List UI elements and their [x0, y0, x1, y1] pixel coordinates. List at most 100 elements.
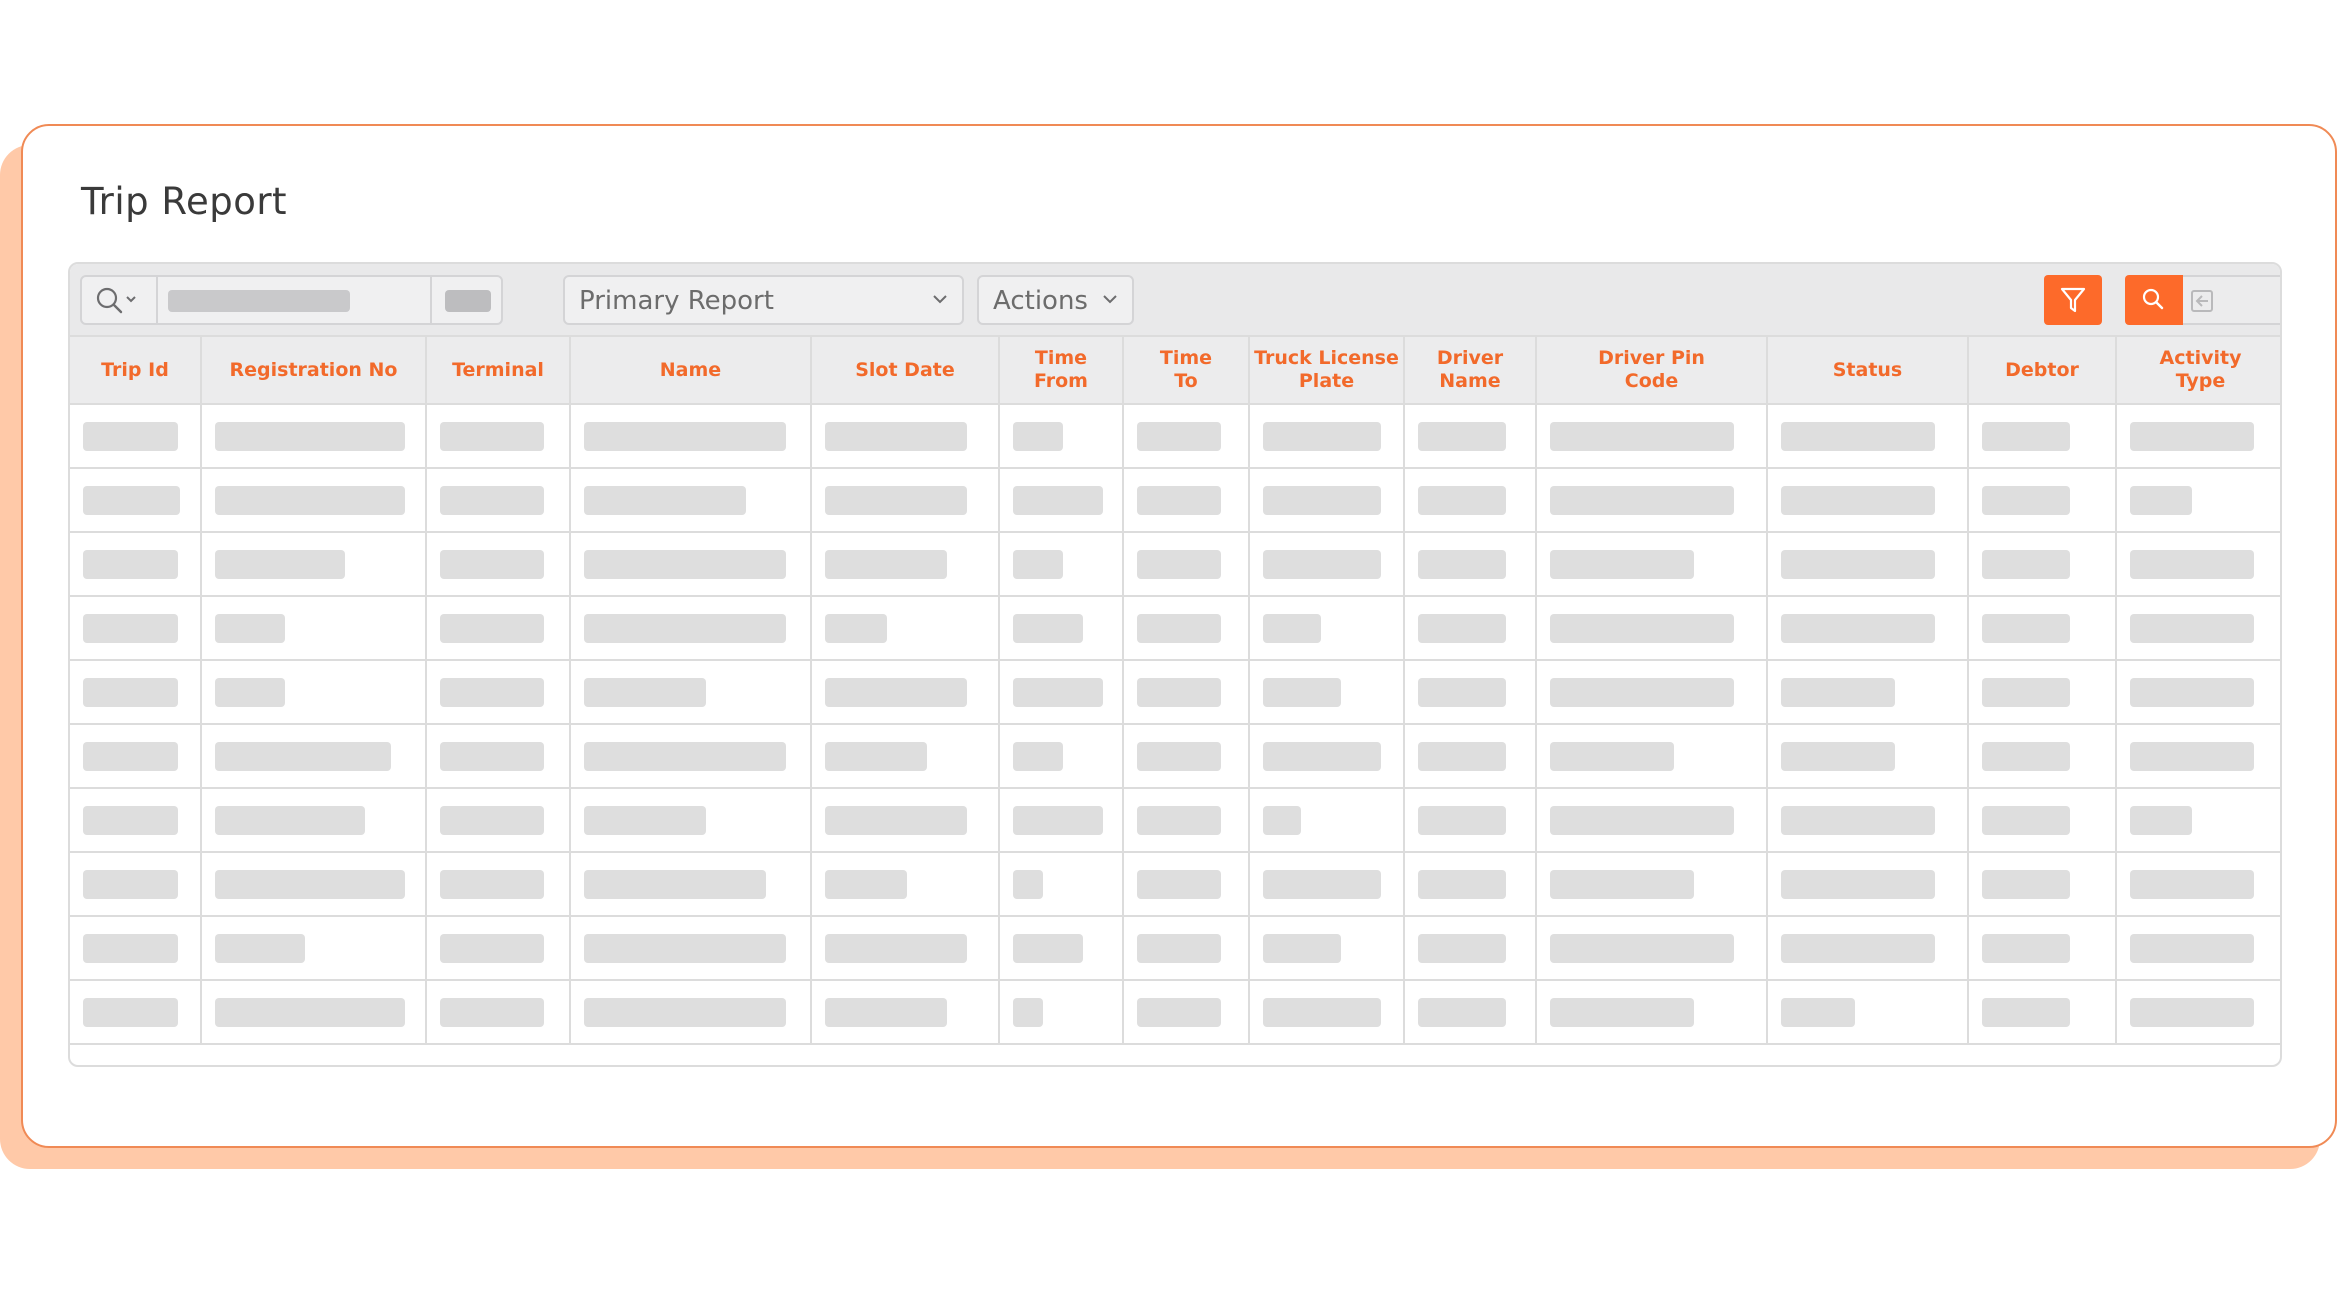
- table-row[interactable]: [70, 404, 2280, 469]
- cell-placeholder: [1781, 933, 1935, 963]
- cell-placeholder: [1418, 613, 1506, 643]
- table-cell: [811, 468, 1000, 533]
- cell-placeholder: [440, 485, 544, 515]
- cell-placeholder: [1137, 421, 1221, 451]
- cell-placeholder: [584, 997, 786, 1027]
- cell-placeholder: [1263, 869, 1381, 899]
- column-header-time-from[interactable]: Time From: [999, 337, 1124, 405]
- table-cell: [1249, 532, 1405, 597]
- table-cell: [1536, 532, 1768, 597]
- cell-placeholder: [1137, 613, 1221, 643]
- export-button[interactable]: [2183, 275, 2280, 325]
- search-group: [80, 275, 503, 325]
- table-cell: [999, 916, 1124, 981]
- search-icon: [96, 287, 136, 314]
- table-cell: [1536, 916, 1768, 981]
- cell-placeholder: [2130, 741, 2254, 771]
- column-header-debtor[interactable]: Debtor: [1968, 337, 2117, 405]
- cell-placeholder: [1781, 549, 1935, 579]
- cell-placeholder: [1781, 421, 1935, 451]
- cell-placeholder: [440, 549, 544, 579]
- table-cell: [201, 660, 427, 725]
- table-cell: [1536, 788, 1768, 853]
- column-header-time-to[interactable]: Time To: [1123, 337, 1250, 405]
- cell-placeholder: [1982, 485, 2070, 515]
- table-cell: [1968, 468, 2117, 533]
- column-header-name[interactable]: Name: [570, 337, 812, 405]
- table-row[interactable]: [70, 724, 2280, 789]
- column-header-terminal[interactable]: Terminal: [426, 337, 571, 405]
- cell-placeholder: [1263, 677, 1341, 707]
- cell-placeholder: [1550, 549, 1694, 579]
- search-input[interactable]: [158, 277, 432, 323]
- search-button[interactable]: [2125, 275, 2183, 325]
- table-cell: [1123, 916, 1250, 981]
- cell-placeholder: [2130, 421, 2254, 451]
- cell-placeholder: [440, 997, 544, 1027]
- column-header-trip-id[interactable]: Trip Id: [70, 337, 202, 405]
- search-submit-button[interactable]: [432, 277, 501, 323]
- search-column-selector[interactable]: [82, 277, 158, 323]
- table-cell: [426, 916, 571, 981]
- table-cell: [426, 596, 571, 661]
- table-row[interactable]: [70, 916, 2280, 981]
- table-body: [70, 404, 2280, 1045]
- column-header-slot-date[interactable]: Slot Date: [811, 337, 1000, 405]
- cell-placeholder: [1781, 997, 1855, 1027]
- cell-placeholder: [1013, 869, 1043, 899]
- table-cell: [1249, 916, 1405, 981]
- column-header-activity-type[interactable]: Activity Type: [2116, 337, 2280, 405]
- table-row[interactable]: [70, 980, 2280, 1045]
- table-cell: [1767, 468, 1969, 533]
- table-cell: [570, 532, 812, 597]
- table-cell: [70, 596, 202, 661]
- report-type-select[interactable]: Primary Report: [563, 275, 964, 325]
- cell-placeholder: [1418, 421, 1506, 451]
- table-row[interactable]: [70, 532, 2280, 597]
- cell-placeholder: [1418, 741, 1506, 771]
- cell-placeholder: [1013, 549, 1063, 579]
- table-cell: [1767, 724, 1969, 789]
- filter-button[interactable]: [2044, 275, 2102, 325]
- table-cell: [811, 916, 1000, 981]
- table-cell: [1123, 660, 1250, 725]
- table-cell: [426, 724, 571, 789]
- table-cell: [1536, 660, 1768, 725]
- column-header-driver-pin-code[interactable]: Driver Pin Code: [1536, 337, 1768, 405]
- table-cell: [1968, 532, 2117, 597]
- table-cell: [811, 980, 1000, 1045]
- table-cell: [1536, 980, 1768, 1045]
- cell-placeholder: [1550, 997, 1694, 1027]
- table-cell: [1968, 852, 2117, 917]
- table-cell: [1123, 724, 1250, 789]
- cell-placeholder: [1418, 549, 1506, 579]
- table-cell: [426, 660, 571, 725]
- cell-placeholder: [825, 805, 967, 835]
- table-row[interactable]: [70, 788, 2280, 853]
- table-cell: [570, 852, 812, 917]
- cell-placeholder: [215, 549, 345, 579]
- cell-placeholder: [1982, 613, 2070, 643]
- table-row[interactable]: [70, 660, 2280, 725]
- table-row[interactable]: [70, 596, 2280, 661]
- column-header-truck-license-plate[interactable]: Truck License Plate: [1249, 337, 1405, 405]
- cell-placeholder: [440, 421, 544, 451]
- column-header-registration-no[interactable]: Registration No: [201, 337, 427, 405]
- filter-icon: [2060, 287, 2086, 313]
- table-cell: [570, 980, 812, 1045]
- table-cell: [999, 404, 1124, 469]
- column-header-driver-name[interactable]: Driver Name: [1404, 337, 1537, 405]
- actions-select[interactable]: Actions: [977, 275, 1134, 325]
- table-cell: [2116, 788, 2280, 853]
- table-cell: [201, 852, 427, 917]
- cell-placeholder: [215, 677, 285, 707]
- table-cell: [70, 724, 202, 789]
- table-cell: [999, 980, 1124, 1045]
- table-cell: [426, 404, 571, 469]
- table-cell: [201, 532, 427, 597]
- table-cell: [1767, 852, 1969, 917]
- column-header-status[interactable]: Status: [1767, 337, 1969, 405]
- table-row[interactable]: [70, 468, 2280, 533]
- table-cell: [201, 980, 427, 1045]
- table-row[interactable]: [70, 852, 2280, 917]
